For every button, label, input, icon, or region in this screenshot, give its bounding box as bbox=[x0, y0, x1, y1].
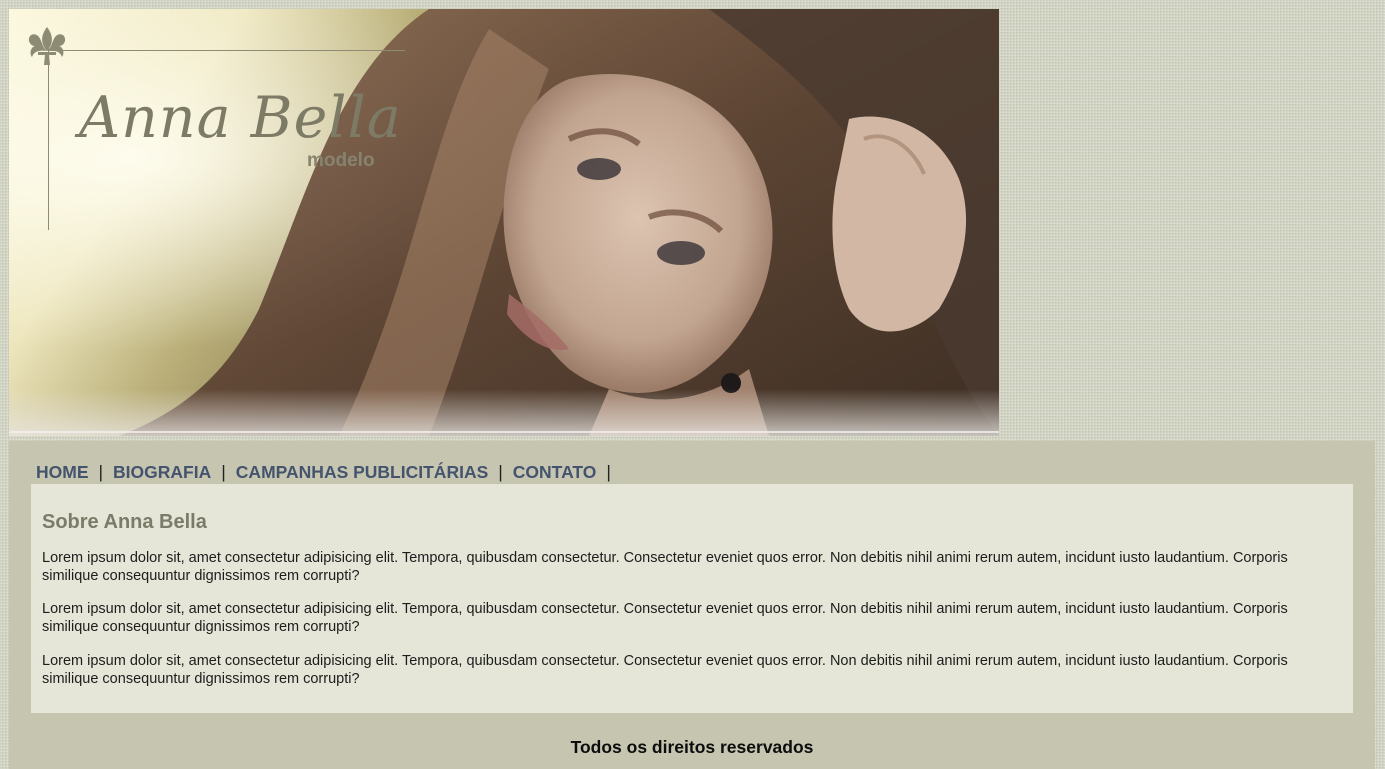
nav-separator: | bbox=[98, 462, 104, 482]
nav-separator: | bbox=[606, 462, 611, 482]
nav-separator: | bbox=[221, 462, 226, 482]
header-banner: Anna Bella modelo bbox=[9, 9, 999, 436]
logo-subtitle: modelo bbox=[307, 150, 375, 171]
section-title: Sobre Anna Bella bbox=[42, 511, 207, 533]
logo-name: Anna Bella bbox=[79, 85, 402, 151]
paragraph: Lorem ipsum dolor sit, amet consectetur … bbox=[42, 601, 1288, 635]
footer-copyright: Todos os direitos reservados bbox=[570, 737, 814, 757]
logo-frame-horizontal-line bbox=[49, 50, 405, 51]
main-panel: HOME | BIOGRAFIA | CAMPANHAS PUBLICITÁRI… bbox=[9, 441, 1375, 769]
fleur-de-lis-icon bbox=[28, 27, 66, 65]
banner-photo bbox=[9, 9, 999, 436]
nav-separator: | bbox=[498, 462, 503, 482]
main-navigation: HOME | BIOGRAFIA | CAMPANHAS PUBLICITÁRI… bbox=[36, 462, 621, 483]
paragraph: Lorem ipsum dolor sit, amet consectetur … bbox=[42, 653, 1288, 687]
nav-link-biografia[interactable]: BIOGRAFIA bbox=[113, 462, 211, 483]
nav-link-campanhas-publicitarias[interactable]: CAMPANHAS PUBLICITÁRIAS bbox=[236, 462, 488, 483]
paragraph: Lorem ipsum dolor sit, amet consectetur … bbox=[42, 550, 1288, 584]
nav-link-contato[interactable]: CONTATO bbox=[513, 462, 597, 483]
nav-link-home[interactable]: HOME bbox=[36, 462, 89, 483]
content-box: Sobre Anna Bella Lorem ipsum dolor sit, … bbox=[31, 484, 1353, 713]
